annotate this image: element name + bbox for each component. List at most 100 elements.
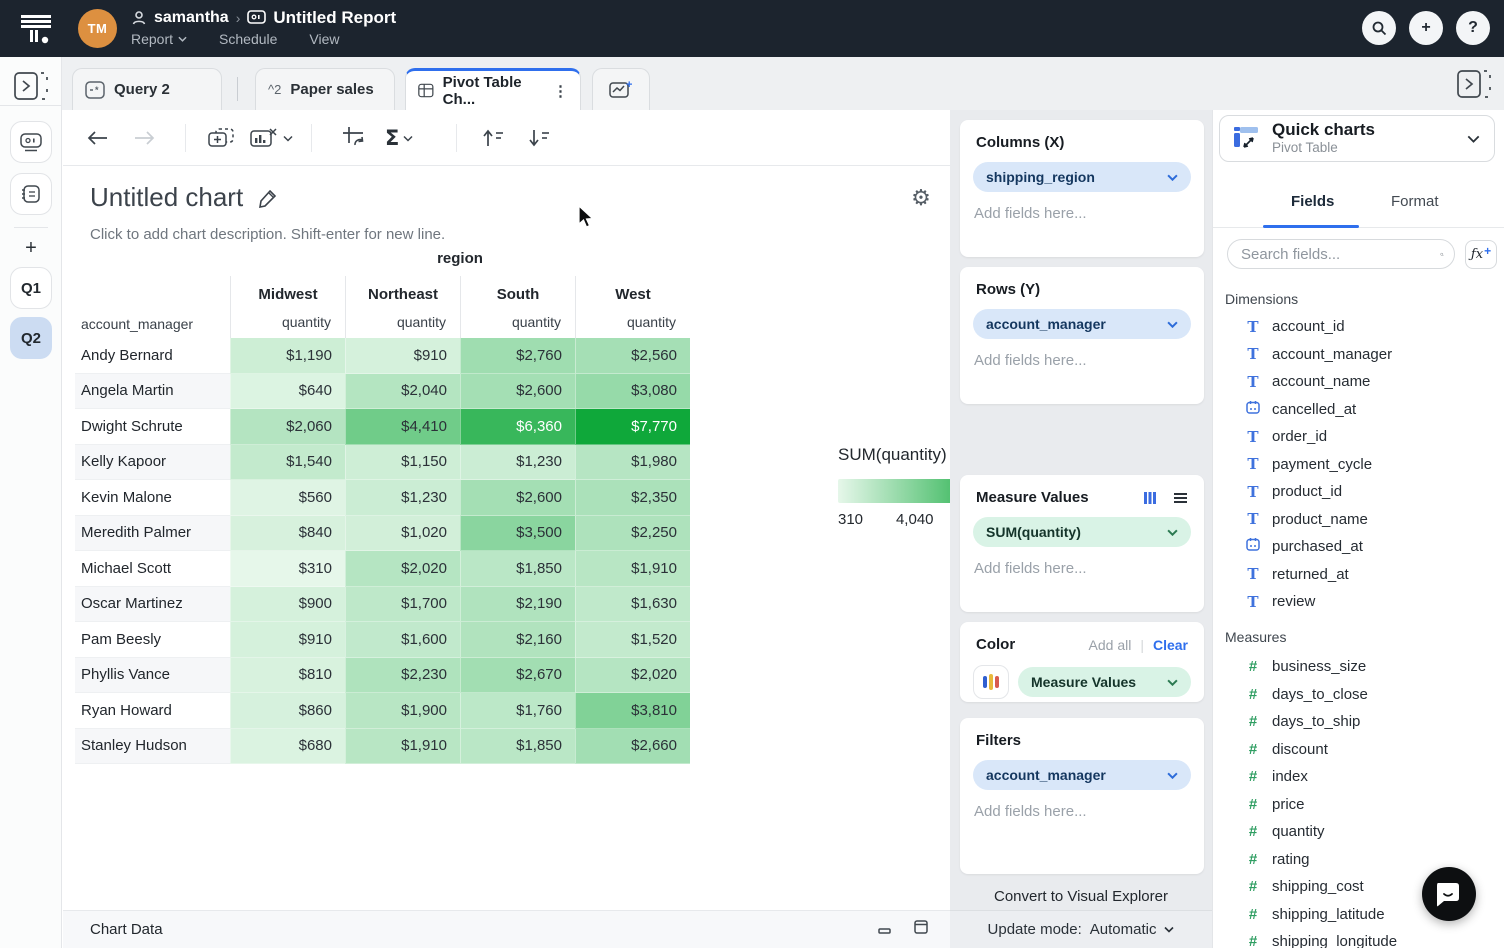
breadcrumb-user[interactable]: samantha (154, 9, 229, 27)
tab-query-2[interactable]: * Query 2 (72, 68, 222, 110)
pivot-cell[interactable]: $1,540 (230, 445, 345, 481)
help-button[interactable]: ? (1456, 11, 1490, 45)
pivot-cell[interactable]: $1,910 (575, 551, 690, 587)
menu-view[interactable]: View (309, 31, 339, 47)
field-item-account_manager[interactable]: Taccount_manager (1213, 341, 1504, 369)
pivot-cell[interactable]: $1,760 (460, 693, 575, 729)
field-item-quantity[interactable]: #quantity (1213, 818, 1504, 846)
field-item-account_id[interactable]: Taccount_id (1213, 313, 1504, 341)
app-logo-icon[interactable] (18, 11, 54, 47)
expand-panel-icon[interactable] (13, 71, 49, 101)
chat-support-button[interactable] (1422, 867, 1476, 921)
pivot-cell[interactable]: $1,520 (575, 622, 690, 658)
menu-report[interactable]: Report (131, 31, 187, 47)
pivot-cell[interactable]: $1,850 (460, 551, 575, 587)
pivot-row-label[interactable]: Stanley Hudson (75, 729, 230, 765)
tab-pivot-table-chart[interactable]: Pivot Table Ch... ⋮ (405, 68, 581, 110)
report-page-button[interactable] (10, 121, 52, 163)
add-calculated-field-button[interactable]: ƒx+ (1465, 240, 1497, 269)
menu-schedule[interactable]: Schedule (219, 31, 277, 47)
tab-options-kebab-icon[interactable]: ⋮ (553, 82, 568, 100)
add-all-link[interactable]: Add all (1089, 637, 1132, 653)
edit-pencil-icon[interactable] (257, 187, 279, 209)
pivot-cell[interactable]: $640 (230, 374, 345, 410)
chart-title[interactable]: Untitled chart (90, 182, 243, 213)
pivot-cell[interactable]: $2,660 (575, 729, 690, 765)
field-item-days_to_close[interactable]: #days_to_close (1213, 681, 1504, 709)
pivot-cell[interactable]: $1,980 (575, 445, 690, 481)
pivot-row-label[interactable]: Michael Scott (75, 551, 230, 587)
columns-layout-icon[interactable] (1143, 491, 1157, 505)
pivot-cell[interactable]: $910 (345, 338, 460, 374)
pivot-cell[interactable]: $840 (230, 516, 345, 552)
aggregate-button[interactable]: Σ (385, 123, 413, 153)
maximize-panel-icon[interactable] (914, 920, 928, 934)
pivot-cell[interactable]: $1,230 (460, 445, 575, 481)
add-query-button[interactable]: + (0, 237, 62, 260)
pivot-cell[interactable]: $1,900 (345, 693, 460, 729)
field-item-order_id[interactable]: Torder_id (1213, 423, 1504, 451)
pivot-cell[interactable]: $1,850 (460, 729, 575, 765)
pivot-cell[interactable]: $3,500 (460, 516, 575, 552)
pivot-cell[interactable]: $1,190 (230, 338, 345, 374)
breadcrumb-report-title[interactable]: Untitled Report (273, 8, 396, 28)
pivot-cell[interactable]: $1,150 (345, 445, 460, 481)
field-item-returned_at[interactable]: Treturned_at (1213, 561, 1504, 589)
pill-sum-quantity[interactable]: SUM(quantity) (973, 517, 1191, 547)
color-palette-icon[interactable] (973, 665, 1009, 699)
pivot-cell[interactable]: $2,160 (460, 622, 575, 658)
tab-format[interactable]: Format (1391, 193, 1439, 210)
pivot-row-label[interactable]: Dwight Schrute (75, 409, 230, 445)
pill-color-measure-values[interactable]: Measure Values (1018, 667, 1191, 697)
pivot-row-label[interactable]: Andy Bernard (75, 338, 230, 374)
pivot-cell[interactable]: $900 (230, 587, 345, 623)
pivot-row-label[interactable]: Kevin Malone (75, 480, 230, 516)
pivot-cell[interactable]: $2,600 (460, 480, 575, 516)
swap-axes-button[interactable] (341, 123, 367, 153)
query-1-button[interactable]: Q1 (10, 267, 52, 309)
add-fields-placeholder[interactable]: Add fields here... (974, 560, 1191, 577)
pivot-row-label[interactable]: Pam Beesly (75, 622, 230, 658)
pivot-cell[interactable]: $7,770 (575, 409, 690, 445)
pivot-row-label[interactable]: Meredith Palmer (75, 516, 230, 552)
field-item-business_size[interactable]: #business_size (1213, 653, 1504, 681)
tab-paper-sales[interactable]: ^2 Paper sales (255, 68, 395, 110)
collapse-panel-icon[interactable] (1456, 69, 1492, 99)
pivot-cell[interactable]: $910 (230, 622, 345, 658)
field-item-shipping_longitude[interactable]: #shipping_longitude (1213, 928, 1504, 948)
pivot-cell[interactable]: $1,600 (345, 622, 460, 658)
remove-chart-button[interactable] (249, 123, 293, 153)
pivot-cell[interactable]: $2,040 (345, 374, 460, 410)
field-item-index[interactable]: #index (1213, 763, 1504, 791)
pivot-cell[interactable]: $1,020 (345, 516, 460, 552)
query-2-button[interactable]: Q2 (10, 317, 52, 359)
pivot-column-header[interactable]: West (575, 276, 690, 314)
pivot-column-header[interactable]: Midwest (230, 276, 345, 314)
duplicate-chart-button[interactable] (207, 123, 235, 153)
pivot-row-label[interactable]: Ryan Howard (75, 693, 230, 729)
tab-fields[interactable]: Fields (1291, 193, 1334, 210)
chart-description-placeholder[interactable]: Click to add chart description. Shift-en… (90, 226, 445, 243)
pill-shipping-region[interactable]: shipping_region (973, 162, 1191, 192)
search-fields-input[interactable] (1241, 246, 1440, 263)
pivot-cell[interactable]: $2,760 (460, 338, 575, 374)
pivot-row-label[interactable]: Phyllis Vance (75, 658, 230, 694)
chart-type-selector[interactable]: Quick charts Pivot Table (1219, 115, 1495, 162)
update-mode-bar[interactable]: Update mode: Automatic (950, 910, 1212, 948)
pivot-column-header[interactable]: Northeast (345, 276, 460, 314)
convert-to-visual-explorer-button[interactable]: Convert to Visual Explorer (950, 888, 1212, 905)
pivot-cell[interactable]: $860 (230, 693, 345, 729)
rows-layout-icon[interactable] (1173, 492, 1188, 504)
notebook-button[interactable] (10, 173, 52, 215)
pivot-cell[interactable]: $2,670 (460, 658, 575, 694)
chart-data-bar[interactable]: Chart Data (63, 910, 950, 948)
field-item-days_to_ship[interactable]: #days_to_ship (1213, 708, 1504, 736)
add-fields-placeholder[interactable]: Add fields here... (974, 803, 1191, 820)
field-item-product_name[interactable]: Tproduct_name (1213, 506, 1504, 534)
sort-descending-button[interactable] (527, 123, 551, 153)
sort-ascending-button[interactable] (481, 123, 505, 153)
pivot-row-label[interactable]: Angela Martin (75, 374, 230, 410)
chart-settings-gear-icon[interactable]: ⚙ (908, 186, 934, 212)
avatar[interactable]: TM (78, 9, 117, 48)
pivot-cell[interactable]: $2,020 (345, 551, 460, 587)
